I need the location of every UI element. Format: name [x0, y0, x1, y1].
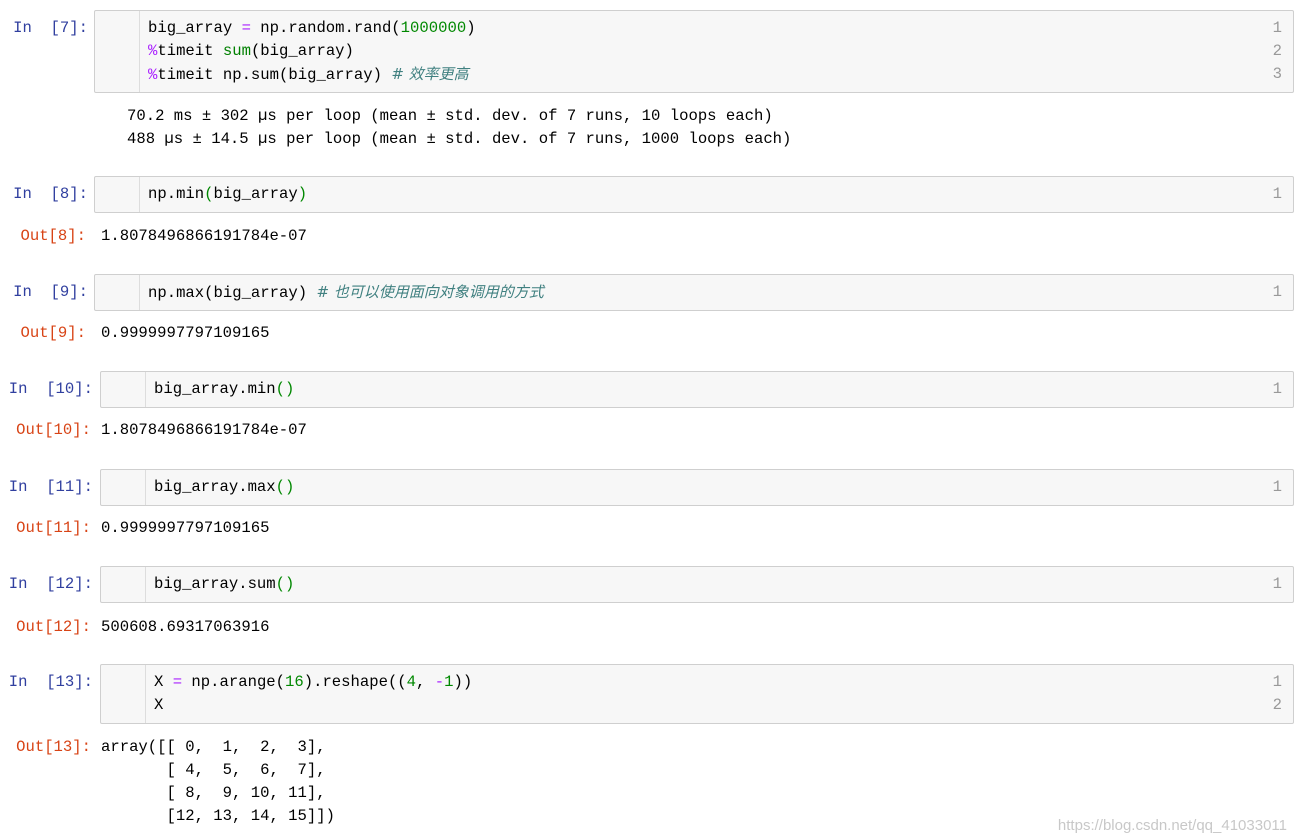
code-token: ( — [204, 185, 214, 203]
code-token: = — [172, 673, 183, 691]
output-line: 488 µs ± 14.5 µs per loop (mean ± std. d… — [127, 130, 792, 148]
code-lines[interactable]: big_array.max() — [154, 476, 294, 499]
input-prompt: In [9]: — [13, 283, 88, 301]
code-lines[interactable]: big_array = np.random.rand(1000000) %time… — [148, 17, 476, 87]
code-token: ) — [466, 19, 476, 37]
code-line[interactable]: np.max(big_array) # 也可以使用面向对象调用的方式 — [148, 281, 544, 305]
code-token: big_array.sum — [154, 575, 276, 593]
code-cell-editor[interactable]: 1 big_array.sum() — [100, 566, 1294, 603]
code-token: ) — [297, 185, 308, 203]
watermark: https://blog.csdn.net/qq_41033011 — [1057, 817, 1287, 834]
code-line[interactable]: %timeit sum(big_array) — [148, 40, 476, 63]
code-line[interactable]: X — [154, 694, 472, 717]
code-token: = — [241, 19, 251, 37]
code-line[interactable]: big_array.sum() — [154, 573, 294, 596]
output-line: 1.8078496866191784e-07 — [101, 421, 307, 439]
code-token: % — [148, 66, 158, 84]
code-line[interactable]: np.min(big_array) — [148, 183, 307, 206]
code-token: X — [154, 673, 173, 691]
output-line: [12, 13, 14, 15]]) — [101, 807, 335, 825]
code-token: - — [434, 673, 445, 691]
output-prompt: Out[13]: — [16, 738, 91, 756]
input-prompt: In [8]: — [13, 185, 88, 203]
code-lines[interactable]: big_array.min() — [154, 378, 294, 401]
output-line: [ 8, 9, 10, 11], — [101, 784, 326, 802]
code-token: timeit np.sum(big_array) — [157, 66, 392, 84]
code-token: 16 — [285, 673, 304, 691]
code-token: (big_array) — [250, 42, 354, 60]
output-prompt: Out[8]: — [20, 227, 86, 245]
input-prompt: In [11]: — [8, 478, 93, 496]
code-token: % — [148, 42, 158, 60]
code-token: np.random.rand( — [250, 19, 401, 37]
code-cell-editor[interactable]: 1 big_array.max() — [100, 469, 1294, 506]
code-lines[interactable]: big_array.sum() — [154, 573, 294, 596]
code-token: )) — [453, 673, 473, 691]
output-line: 0.9999997797109165 — [101, 519, 270, 537]
code-token: # 效率更高 — [391, 65, 469, 83]
output-prompt: Out[12]: — [16, 618, 91, 636]
code-token: np.min — [148, 185, 205, 203]
code-token: 4 — [406, 673, 417, 691]
code-token: sum — [222, 42, 251, 60]
cell-output: 0.9999997797109165 — [101, 322, 269, 345]
code-token: np.arange( — [182, 673, 286, 691]
input-prompt: In [10]: — [8, 380, 93, 398]
code-line[interactable]: big_array.min() — [154, 378, 294, 401]
output-line: 0.9999997797109165 — [101, 324, 270, 342]
code-token: # 也可以使用面向对象调用的方式 — [316, 283, 544, 301]
output-prompt: Out[11]: — [16, 519, 91, 537]
code-token: ).reshape(( — [303, 673, 407, 691]
code-token: big_array — [213, 185, 298, 203]
code-token: big_array.max — [154, 478, 276, 496]
cell-output: 500608.69317063916 — [101, 616, 269, 639]
input-prompt: In [13]: — [8, 673, 93, 691]
code-line[interactable]: %timeit np.sum(big_array) # 效率更高 — [148, 63, 476, 87]
output-line: [ 4, 5, 6, 7], — [101, 761, 326, 779]
code-token: () — [275, 575, 295, 593]
code-token: X — [154, 696, 164, 714]
code-cell-editor[interactable]: 1 2 3 big_array = np.random.rand(1000000) %t… — [94, 10, 1294, 93]
output-line: 70.2 ms ± 302 µs per loop (mean ± std. d… — [127, 107, 773, 125]
code-cell-editor[interactable]: 1 big_array.min() — [100, 371, 1294, 408]
code-token: timeit — [157, 42, 223, 60]
cell-output: 70.2 ms ± 302 µs per loop (mean ± std. d… — [127, 105, 791, 151]
code-lines[interactable]: np.min(big_array) — [148, 183, 307, 206]
code-cell-editor[interactable]: 1 np.max(big_array) # 也可以使用面向对象调用的方式 — [94, 274, 1294, 311]
code-token: , — [416, 673, 435, 691]
code-token: () — [275, 380, 295, 398]
cell-output: 1.8078496866191784e-07 — [101, 419, 307, 442]
code-token: () — [275, 478, 295, 496]
cell-output: 0.9999997797109165 — [101, 517, 269, 540]
code-token: np.max(big_array) — [148, 284, 317, 302]
code-cell-editor[interactable]: 1 np.min(big_array) — [94, 176, 1294, 213]
output-line: 1.8078496866191784e-07 — [101, 227, 307, 245]
input-prompt: In [7]: — [13, 19, 88, 37]
cell-output: array([[ 0, 1, 2, 3], [ 4, 5, 6, 7], [ 8… — [101, 736, 335, 828]
output-line: array([[ 0, 1, 2, 3], — [101, 738, 326, 756]
output-prompt: Out[10]: — [16, 421, 91, 439]
code-line[interactable]: big_array.max() — [154, 476, 294, 499]
cell-output: 1.8078496866191784e-07 — [101, 225, 307, 248]
code-line[interactable]: big_array = np.random.rand(1000000) — [148, 17, 476, 40]
code-lines[interactable]: X = np.arange(16).reshape((4, -1)) X — [154, 671, 472, 717]
output-line: 500608.69317063916 — [101, 618, 270, 636]
code-token: 1000000 — [400, 19, 467, 37]
output-prompt: Out[9]: — [20, 324, 86, 342]
code-token: big_array.min — [154, 380, 276, 398]
code-cell-editor[interactable]: 12X = np.arange(16).reshape((4, -1)) X — [100, 664, 1294, 724]
code-line[interactable]: X = np.arange(16).reshape((4, -1)) — [154, 671, 472, 694]
code-token: big_array — [148, 19, 242, 37]
input-prompt: In [12]: — [8, 575, 93, 593]
code-lines[interactable]: np.max(big_array) # 也可以使用面向对象调用的方式 — [148, 281, 544, 305]
